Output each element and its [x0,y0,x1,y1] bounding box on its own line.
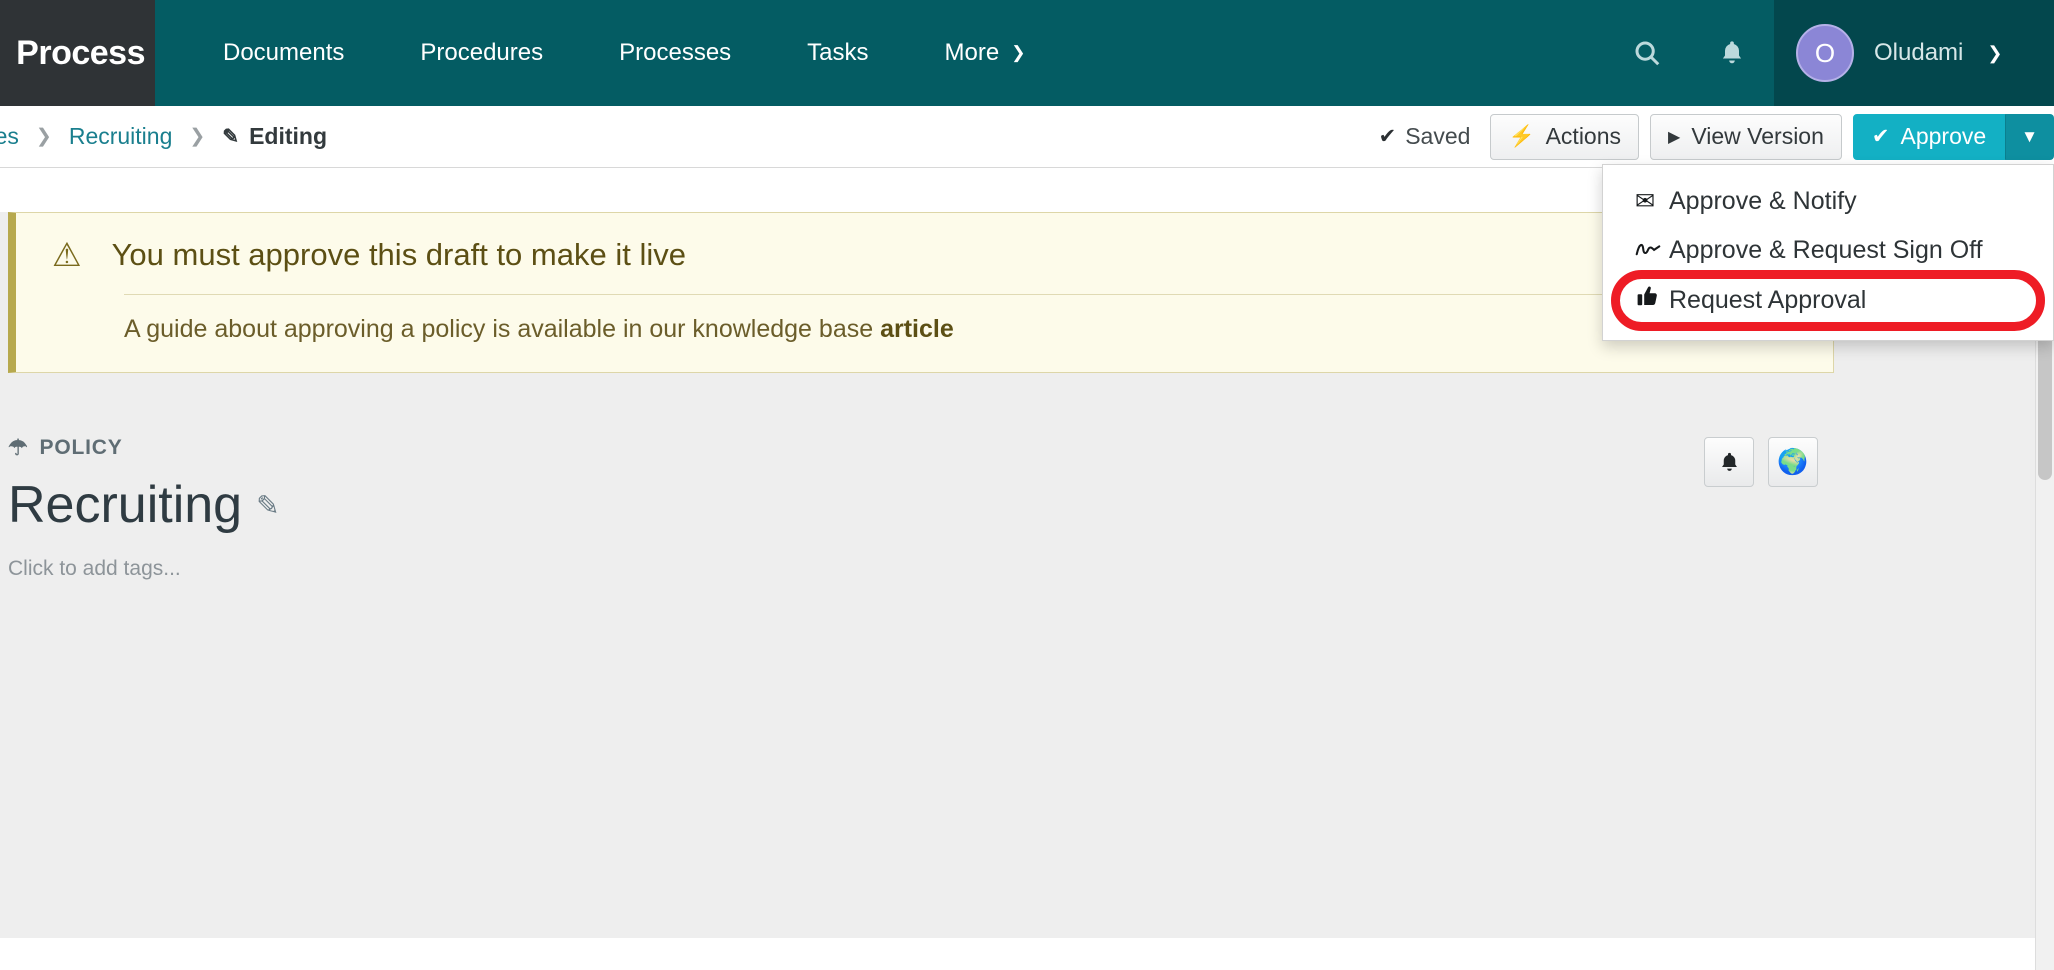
banner-subtitle: A guide about approving a policy is avai… [124,315,1799,344]
warning-triangle-icon: ⚠ [52,236,82,273]
nav-item-processes[interactable]: Processes [581,0,769,106]
avatar-initial: O [1814,37,1836,68]
banner-heading-row: ⚠ You must approve this draft to make it… [46,235,1799,294]
avatar: O [1796,24,1854,82]
nav-item-label: More [944,39,1000,66]
document-toolbar: cies ❯ Recruiting ❯ ✎ Editing ✔ Saved ⚡ … [0,106,2054,341]
check-icon: ✔ [1871,125,1890,148]
chevron-down-icon: ❯ [1987,42,2003,63]
approve-dropdown-menu: ✉ Approve & Notify Approve & Request Sig… [1602,164,2054,341]
nav-item-more[interactable]: More ❯ [907,0,1064,106]
menu-item-approve-and-request-sign-off[interactable]: Approve & Request Sign Off [1603,226,2053,275]
publish-globe-button[interactable]: 🌍 [1768,437,1818,487]
search-icon[interactable] [1604,0,1690,106]
page-title: Recruiting ✎ [8,475,280,535]
policy-type-kicker: ☂ POLICY [8,435,280,461]
play-triangle-icon: ▶ [1668,128,1681,146]
knowledge-base-article-link[interactable]: article [880,315,954,343]
lightning-bolt-icon: ⚡ [1508,124,1535,148]
saved-status: ✔ Saved [1379,123,1471,150]
section-title: POLICY CONTENT [8,966,233,970]
bell-icon[interactable] [1690,0,1774,106]
envelope-icon: ✉ [1635,188,1656,215]
nav-right-group: O Oludami ❯ [1604,0,2054,106]
signature-icon [1635,237,1669,265]
breadcrumb-item-editing: ✎ Editing [222,123,327,150]
banner-title: You must approve this draft to make it l… [111,236,686,272]
policy-type-label: POLICY [39,436,123,459]
app-logo[interactable]: Process [0,0,155,106]
add-tags-input[interactable]: Click to add tags... [8,557,280,581]
breadcrumb-item-policies[interactable]: cies [0,123,19,150]
menu-item-request-approval[interactable]: Request Approval [1603,270,2053,331]
top-navigation-bar: Process Documents Procedures Processes T… [0,0,2054,106]
caret-down-icon: ▼ [2021,126,2038,146]
policy-header-actions: 🌍 [1690,437,1818,487]
edit-button-label: Edit [1791,966,1834,970]
nav-item-documents[interactable]: Documents [185,0,382,106]
breadcrumb: cies ❯ Recruiting ❯ ✎ Editing [0,123,327,150]
approve-button-label: Approve [1900,123,1987,149]
banner-subtitle-text: A guide about approving a policy is avai… [124,315,881,343]
approval-warning-banner: ⚠ You must approve this draft to make it… [8,212,1834,373]
nav-item-tasks[interactable]: Tasks [769,0,906,106]
primary-nav: Documents Procedures Processes Tasks Mor… [155,0,1604,106]
nav-item-label: Processes [619,39,732,66]
approve-dropdown-toggle[interactable]: ▼ [2005,113,2054,160]
breadcrumb-separator-icon: ❯ [35,126,52,147]
nav-item-label: Documents [223,39,345,66]
check-icon: ✔ [1378,125,1397,148]
menu-item-label: Approve & Request Sign Off [1669,236,1983,264]
notify-button[interactable] [1704,437,1754,487]
policy-title-text: Recruiting [8,476,243,534]
nav-item-label: Procedures [420,39,544,66]
globe-icon: 🌍 [1777,447,1809,476]
menu-item-approve-and-notify[interactable]: ✉ Approve & Notify [1603,177,2053,226]
user-name: Oludami [1874,39,1964,66]
policy-content-section: POLICY CONTENT ✎ Edit Testing testing 12… [0,938,2054,970]
menu-item-label: Approve & Notify [1669,187,1857,215]
policy-header-left: ☂ POLICY Recruiting ✎ Click to add tags.… [8,435,280,581]
view-version-button-label: View Version [1691,123,1824,149]
actions-button[interactable]: ⚡ Actions [1490,113,1640,160]
breadcrumb-current-label: Editing [249,123,327,149]
nav-item-label: Tasks [807,39,869,66]
policy-header: ☂ POLICY Recruiting ✎ Click to add tags.… [0,435,1826,581]
umbrella-icon: ☂ [8,435,29,460]
policy-content-header: POLICY CONTENT ✎ Edit [8,938,1834,970]
view-version-button[interactable]: ▶ View Version [1650,113,1842,160]
breadcrumb-separator-icon: ❯ [189,126,206,147]
nav-item-procedures[interactable]: Procedures [382,0,581,106]
pencil-icon: ✎ [222,126,240,148]
pencil-icon[interactable]: ✎ [256,489,279,522]
logo-text: Process [16,33,145,72]
actions-button-label: Actions [1545,123,1622,149]
breadcrumb-item-recruiting[interactable]: Recruiting [69,123,173,150]
saved-label: Saved [1405,123,1471,149]
user-menu[interactable]: O Oludami ❯ [1774,0,2054,106]
toolbar-actions: ✔ Saved ⚡ Actions ▶ View Version ✔ Appro… [1379,113,2054,160]
thumbs-up-icon [1635,285,1669,316]
divider [124,294,1799,295]
edit-content-button[interactable]: ✎ Edit [1760,966,1834,970]
menu-item-label: Request Approval [1669,286,1867,314]
chevron-down-icon: ❯ [1011,43,1026,62]
approve-button[interactable]: ✔ Approve [1852,113,2006,160]
